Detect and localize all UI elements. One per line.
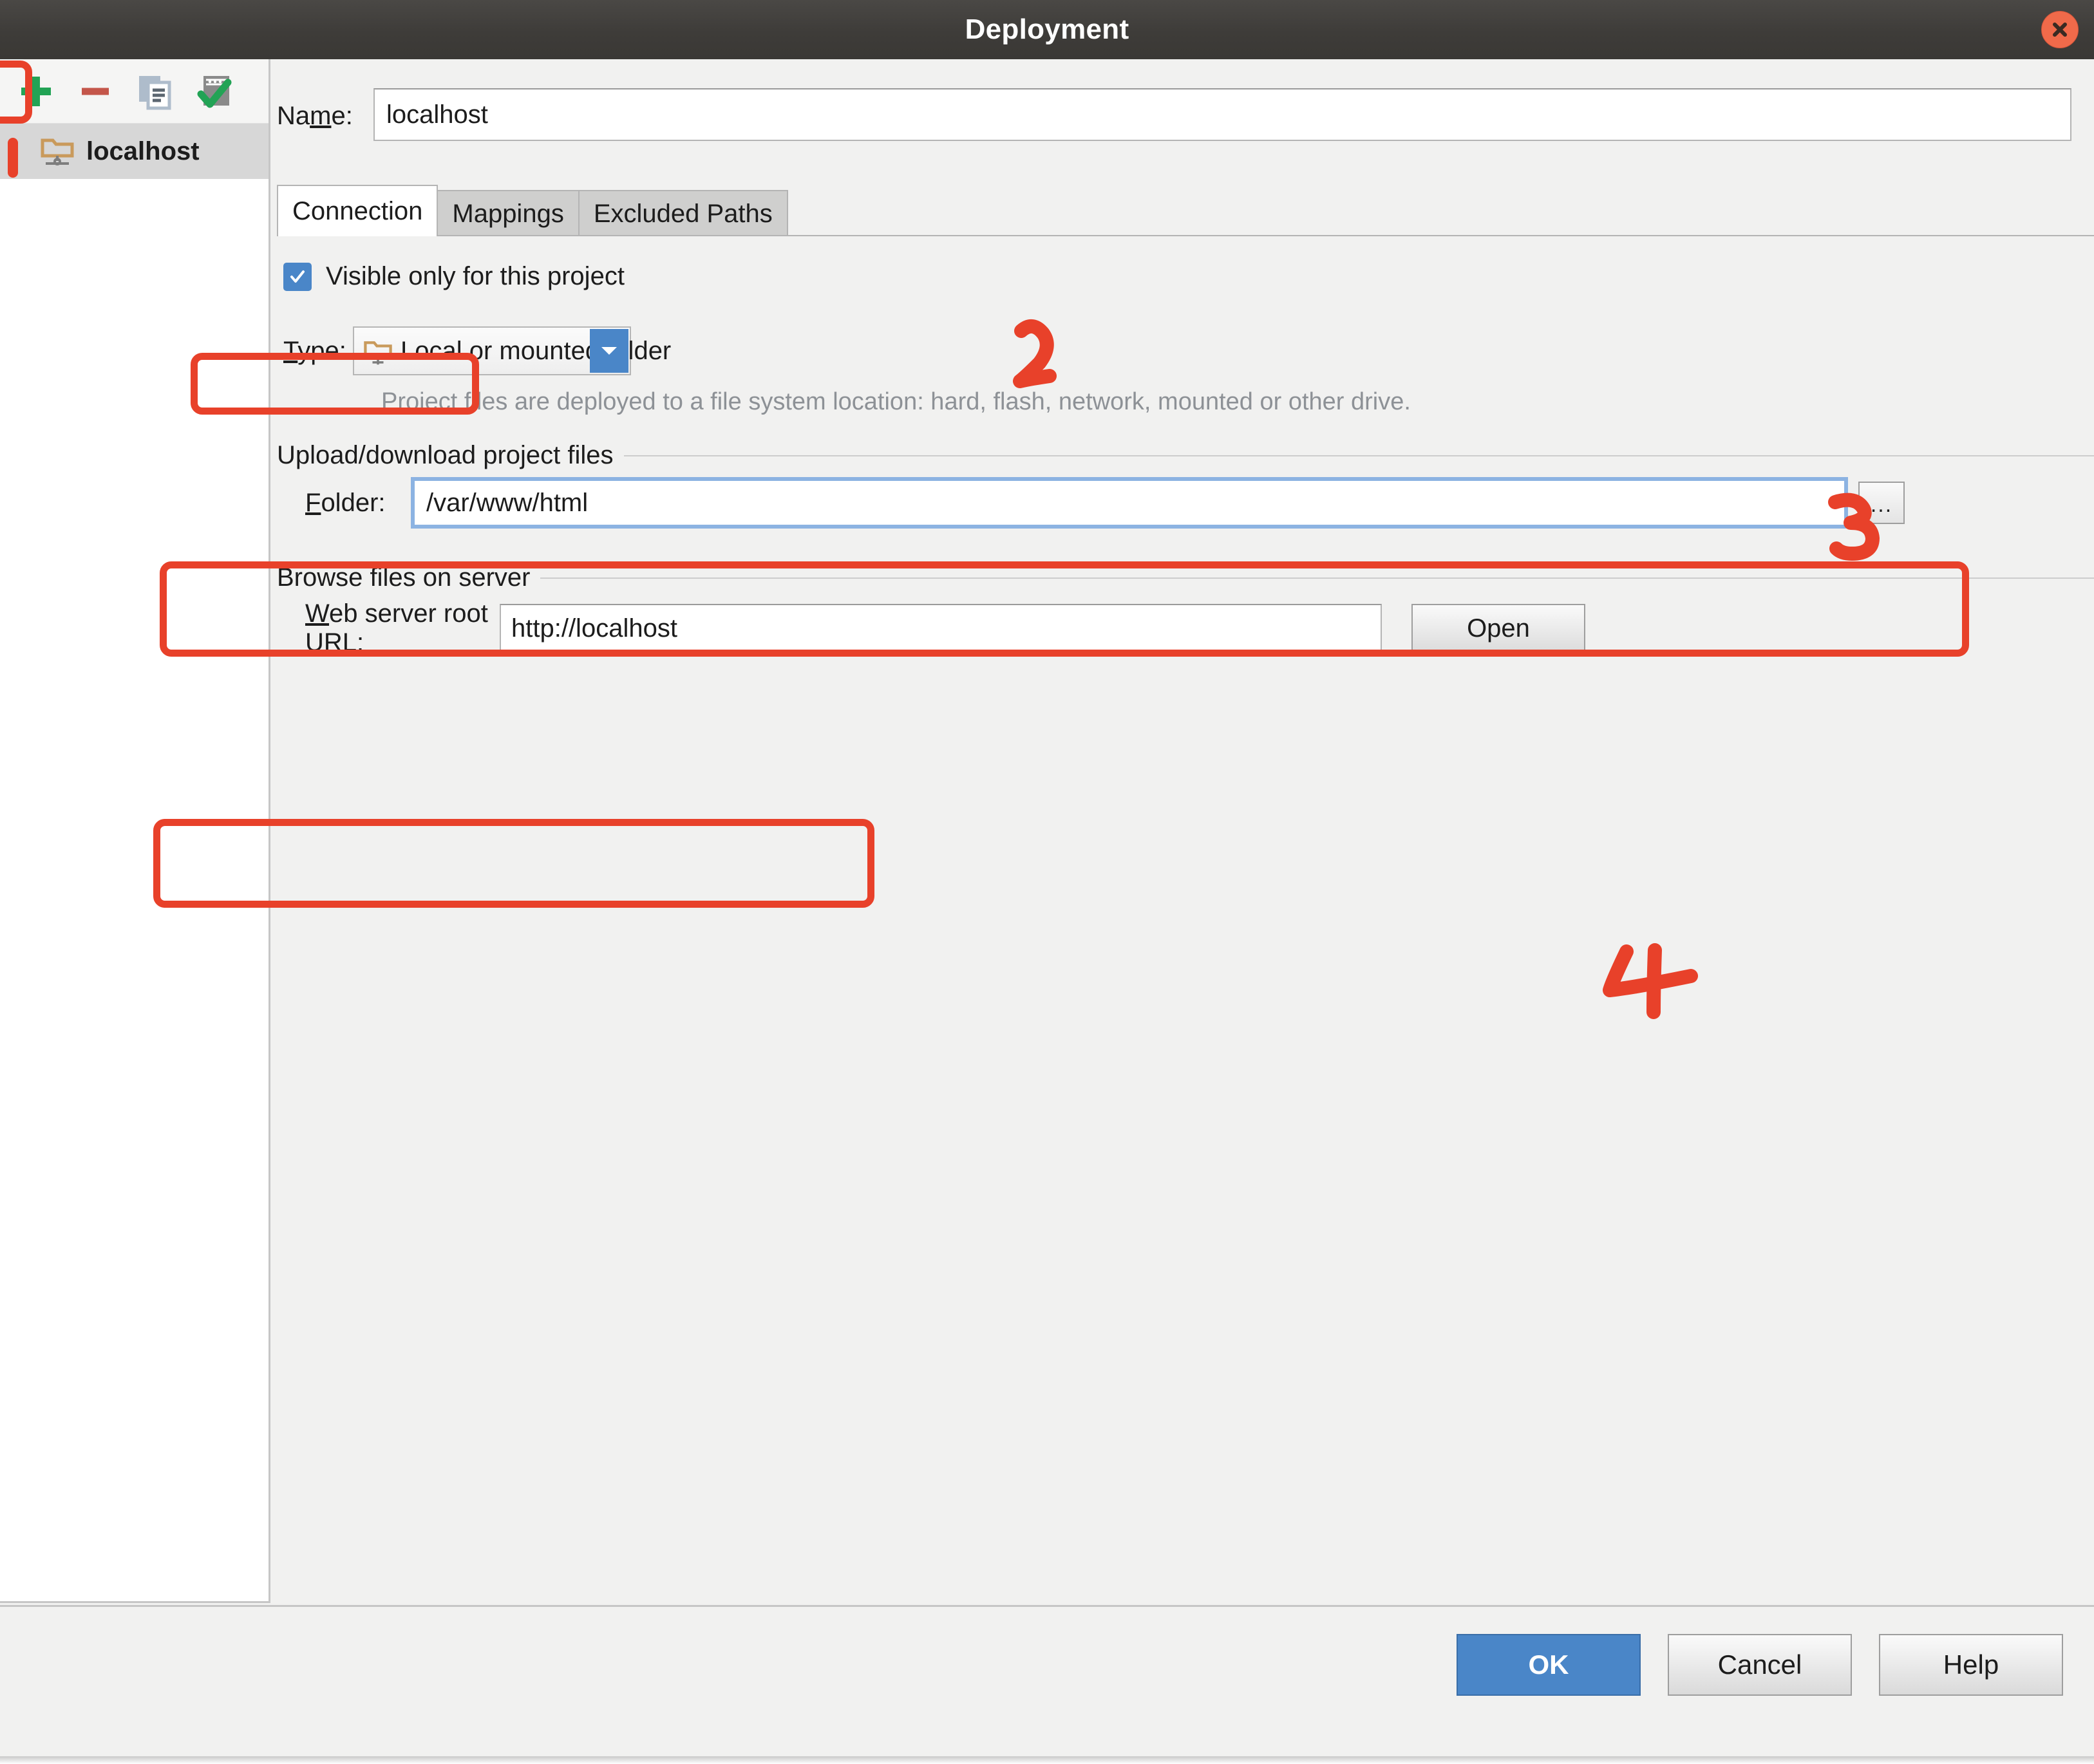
browse-files-group-title: Browse files on server bbox=[277, 563, 531, 592]
url-label-mnemonic: W bbox=[305, 599, 330, 628]
window-bottom-shadow bbox=[0, 1756, 2094, 1764]
type-dropdown[interactable]: Local or mounted folder bbox=[353, 326, 671, 375]
type-description: Project files are deployed to a file sys… bbox=[381, 388, 1411, 415]
upload-download-group-title: Upload/download project files bbox=[277, 441, 614, 469]
upload-download-group-header: Upload/download project files bbox=[277, 441, 2094, 470]
name-label: Name: bbox=[277, 101, 353, 130]
chevron-down-icon[interactable] bbox=[590, 329, 628, 373]
web-server-url-row: Web server root URL: http://localhost Op… bbox=[277, 599, 2094, 657]
name-row: Name: localhost bbox=[270, 88, 2094, 144]
local-folder-server-icon bbox=[363, 336, 393, 366]
footer-buttons: OK Cancel Help bbox=[1457, 1634, 2063, 1696]
window-title: Deployment bbox=[965, 14, 1129, 45]
server-list-toolbar bbox=[0, 59, 269, 124]
web-server-url-label: Web server root URL: bbox=[305, 599, 488, 657]
cancel-button[interactable]: Cancel bbox=[1668, 1634, 1852, 1696]
local-folder-server-icon bbox=[40, 133, 75, 171]
tab-excluded-paths[interactable]: Excluded Paths bbox=[578, 190, 788, 236]
folder-browse-button[interactable]: ... bbox=[1858, 482, 1905, 524]
name-input[interactable]: localhost bbox=[373, 88, 2071, 141]
folder-label-mnemonic: F bbox=[305, 488, 321, 517]
visible-only-checkbox-row[interactable]: Visible only for this project bbox=[283, 262, 625, 291]
divider bbox=[540, 577, 2094, 579]
type-label: Type: bbox=[283, 336, 346, 365]
connection-tab-panel: Visible only for this project Type: Loca… bbox=[277, 235, 2094, 1600]
sidebar-item-label: localhost bbox=[86, 136, 200, 165]
server-list-panel: localhost bbox=[0, 59, 270, 1603]
dialog-content: Name: localhost Connection Mappings Excl… bbox=[270, 59, 2094, 1603]
close-icon[interactable] bbox=[2041, 11, 2079, 48]
server-list: localhost bbox=[0, 124, 269, 179]
divider bbox=[623, 455, 2094, 456]
folder-row: Folder: /var/www/html ... bbox=[277, 477, 2094, 529]
visible-only-checkbox[interactable] bbox=[283, 262, 312, 291]
browse-files-group-header: Browse files on server bbox=[277, 563, 2094, 592]
name-label-mnemonic: m bbox=[310, 101, 332, 130]
copy-icon[interactable] bbox=[125, 63, 184, 120]
browse-files-group: Browse files on server Web server root U… bbox=[277, 563, 2094, 657]
web-server-url-input[interactable]: http://localhost bbox=[500, 604, 1382, 653]
ok-button[interactable]: OK bbox=[1457, 1634, 1641, 1696]
add-button[interactable] bbox=[6, 63, 66, 120]
dialog-body: localhost Name: localhost Connection Map… bbox=[0, 59, 2094, 1764]
folder-input[interactable]: /var/www/html bbox=[411, 477, 1848, 529]
dialog-footer: OK Cancel Help bbox=[0, 1605, 2094, 1764]
help-button[interactable]: Help bbox=[1879, 1634, 2063, 1696]
visible-only-label: Visible only for this project bbox=[326, 262, 625, 290]
tab-connection[interactable]: Connection bbox=[277, 185, 439, 236]
remove-button[interactable] bbox=[66, 63, 125, 120]
tab-mappings[interactable]: Mappings bbox=[437, 190, 580, 236]
tab-bar: Connection Mappings Excluded Paths bbox=[277, 185, 788, 236]
window-titlebar: Deployment bbox=[0, 0, 2094, 59]
open-button[interactable]: Open bbox=[1411, 604, 1585, 653]
type-label-mnemonic: T bbox=[283, 336, 298, 365]
upload-download-group: Upload/download project files Folder: /v… bbox=[277, 441, 2094, 529]
sidebar-item-localhost[interactable]: localhost bbox=[0, 124, 269, 179]
type-dropdown-value: Local or mounted folder bbox=[401, 336, 672, 365]
server-check-icon[interactable] bbox=[184, 63, 243, 120]
type-row: Type: Local or mounted folder bbox=[277, 326, 671, 375]
folder-label: Folder: bbox=[305, 488, 386, 517]
